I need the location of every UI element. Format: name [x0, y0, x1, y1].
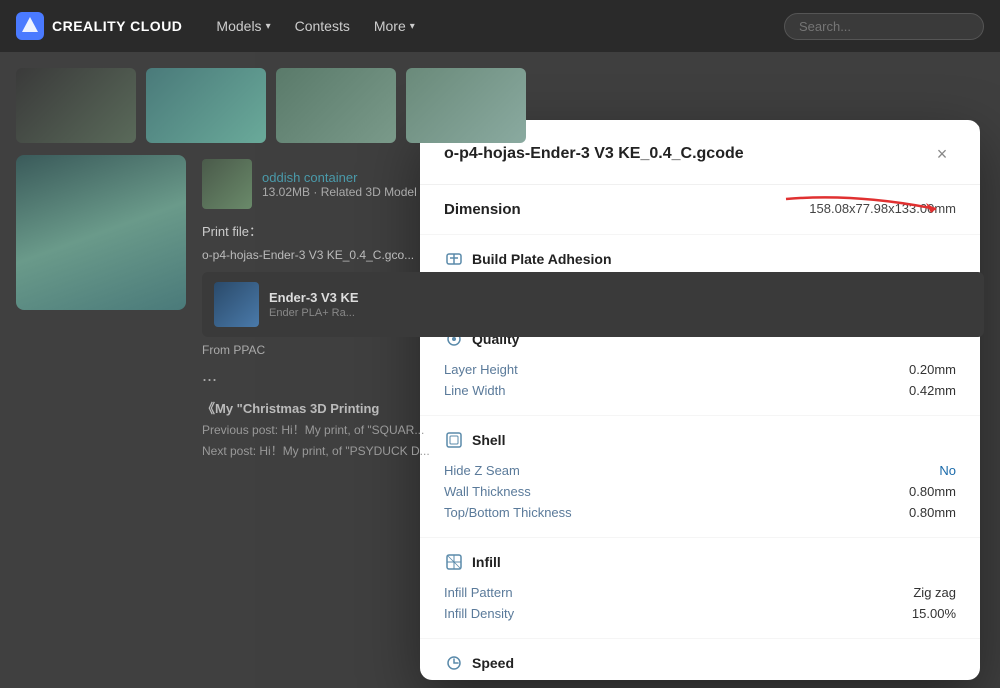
bottom-sub2: Next post: Hi！My print, of "PSYDUCK D...	[202, 442, 984, 459]
logo: CREALITY CLOUD	[16, 12, 182, 40]
related-row: oddish container 13.02MB · Related 3D Mo…	[202, 159, 984, 209]
printer-box: Ender-3 V3 KE Ender PLA+ Ra...	[202, 272, 984, 337]
chevron-down-icon-more: ▾	[410, 21, 415, 32]
nav-contests[interactable]: Contests	[285, 12, 360, 40]
thumb-4	[406, 68, 526, 143]
ellipsis: ...	[202, 365, 984, 386]
logo-text: CREALITY CLOUD	[52, 18, 182, 34]
thumb-1	[16, 68, 136, 143]
thumb-3	[276, 68, 396, 143]
bottom-sub1: Previous post: Hi！My print, of "SQUAR...	[202, 421, 984, 438]
left-info: oddish container 13.02MB · Related 3D Mo…	[202, 155, 984, 459]
thumb-2	[146, 68, 266, 143]
file-name: o-p4-hojas-Ender-3 V3 KE_0.4_C.gco...	[202, 248, 984, 262]
navbar: CREALITY CLOUD Models ▾ Contests More ▾	[0, 0, 1000, 52]
printer-source: From PPAC	[202, 343, 984, 357]
left-content: oddish container 13.02MB · Related 3D Mo…	[16, 155, 984, 459]
search-input[interactable]	[784, 13, 984, 40]
main-image	[16, 155, 186, 310]
bg-content: From the Po oddish container 13.02MB · R…	[0, 52, 1000, 688]
printer-info: Ender-3 V3 KE Ender PLA+ Ra...	[269, 290, 359, 319]
thumbnail-row	[16, 68, 984, 143]
related-thumb	[202, 159, 252, 209]
logo-icon	[16, 12, 44, 40]
printer-sub: Ender PLA+ Ra...	[269, 307, 359, 319]
bottom-title: 《My "Christmas 3D Printing	[202, 398, 984, 417]
from-the-text: From the Po	[887, 120, 980, 138]
printer-name: Ender-3 V3 KE	[269, 290, 359, 305]
printer-thumb	[214, 282, 259, 327]
chevron-down-icon: ▾	[266, 21, 271, 32]
nav-models[interactable]: Models ▾	[206, 12, 280, 40]
print-file-label: Print file：	[202, 221, 984, 240]
related-meta: 13.02MB · Related 3D Model	[262, 185, 417, 199]
nav-items: Models ▾ Contests More ▾	[206, 12, 424, 40]
nav-more[interactable]: More ▾	[364, 12, 425, 40]
related-title[interactable]: oddish container	[262, 170, 417, 185]
